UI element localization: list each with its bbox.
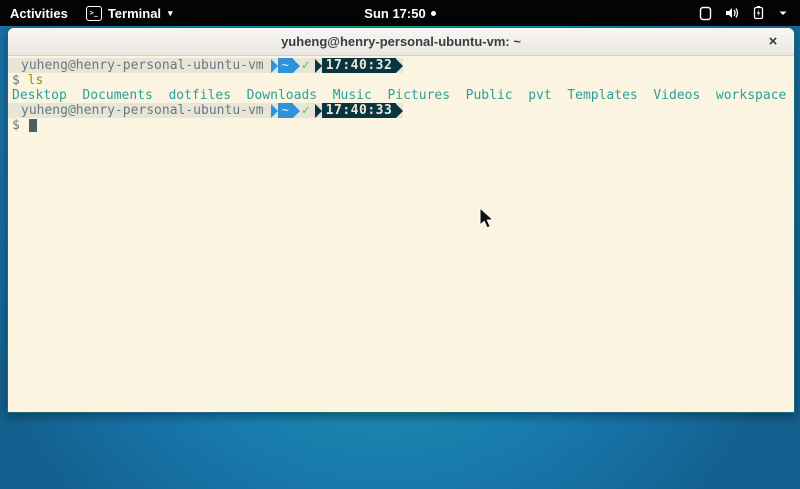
app-menu-terminal[interactable]: >_ Terminal ▾ [78, 0, 181, 26]
command-line-1: $ ls [12, 73, 790, 88]
directory-name: Desktop [12, 88, 67, 103]
powerline-arrow-icon [271, 104, 278, 118]
window-title: yuheng@henry-personal-ubuntu-vm: ~ [281, 34, 521, 49]
powerline-arrow-icon [396, 59, 403, 73]
chevron-down-icon: ▾ [168, 8, 173, 19]
notification-dot [431, 11, 436, 16]
directory-name: Documents [82, 88, 152, 103]
prompt-time: 17:40:33 [322, 103, 397, 118]
powerline-arrow-icon [315, 104, 322, 118]
status-check-icon: ✓ [300, 58, 315, 73]
display-icon [698, 6, 713, 21]
prompt-char: $ [12, 73, 20, 88]
prompt-line-2: yuheng@henry-personal-ubuntu-vm ~ ✓ 17:4… [12, 103, 790, 118]
titlebar[interactable]: yuheng@henry-personal-ubuntu-vm: ~ × [8, 28, 794, 56]
prompt-user-host: yuheng@henry-personal-ubuntu-vm [21, 58, 264, 73]
prompt-time: 17:40:32 [322, 58, 397, 73]
app-menu-label: Terminal [108, 6, 161, 21]
directory-name: dotfiles [168, 88, 231, 103]
powerline-prompt: yuheng@henry-personal-ubuntu-vm ~ ✓ 17:4… [8, 103, 403, 118]
close-button[interactable]: × [762, 28, 784, 55]
powerline-arrow-icon [293, 104, 300, 118]
clock-label: Sun 17:50 [364, 6, 425, 21]
powerline-arrow-icon [315, 59, 322, 73]
system-tray[interactable] [692, 0, 794, 26]
powerline-arrow-icon [271, 59, 278, 73]
command-text: ls [28, 73, 44, 88]
terminal-window: yuheng@henry-personal-ubuntu-vm: ~ × yuh… [7, 27, 795, 413]
terminal-cursor [29, 119, 37, 132]
prompt-cwd: ~ [278, 103, 293, 118]
clock-button[interactable]: Sun 17:50 [340, 0, 460, 26]
directory-name: Pictures [387, 88, 450, 103]
directory-name: Downloads [247, 88, 317, 103]
directory-name: Public [466, 88, 513, 103]
command-line-2: $ [12, 118, 790, 133]
chevron-down-icon [778, 9, 788, 17]
terminal-content[interactable]: yuheng@henry-personal-ubuntu-vm ~ ✓ 17:4… [8, 56, 794, 412]
activities-button[interactable]: Activities [0, 0, 78, 26]
top-bar: Activities >_ Terminal ▾ Sun 17:50 [0, 0, 800, 26]
ls-output-line: Desktop Documents dotfiles Downloads Music Pi… [12, 88, 790, 103]
desktop: Activities >_ Terminal ▾ Sun 17:50 [0, 0, 800, 489]
volume-icon [724, 6, 740, 20]
directory-name: pvt [528, 88, 551, 103]
battery-charging-icon [751, 6, 767, 20]
powerline-arrow-icon [396, 104, 403, 118]
directory-name: workspace [716, 88, 786, 103]
prompt-user-host: yuheng@henry-personal-ubuntu-vm [21, 103, 264, 118]
terminal-app-icon: >_ [86, 6, 102, 21]
prompt-line-1: yuheng@henry-personal-ubuntu-vm ~ ✓ 17:4… [12, 58, 790, 73]
powerline-arrow-icon [293, 59, 300, 73]
prompt-char: $ [12, 118, 20, 133]
status-check-icon: ✓ [300, 103, 315, 118]
directory-name: Videos [653, 88, 700, 103]
directory-name: Templates [567, 88, 637, 103]
prompt-cwd: ~ [278, 58, 293, 73]
powerline-prompt: yuheng@henry-personal-ubuntu-vm ~ ✓ 17:4… [8, 58, 403, 73]
directory-name: Music [333, 88, 372, 103]
